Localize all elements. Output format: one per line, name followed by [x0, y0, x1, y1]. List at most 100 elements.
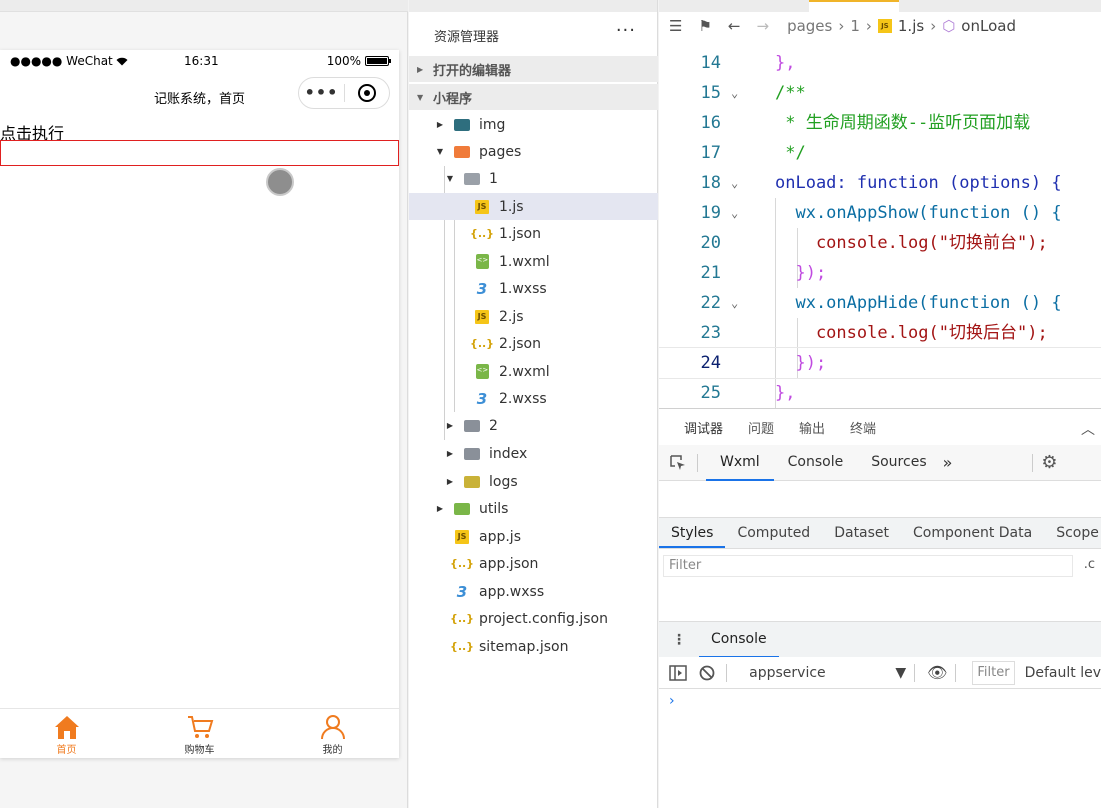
tab-problems[interactable]: 问题 [748, 418, 774, 437]
close-miniprogram-button[interactable] [345, 84, 389, 102]
code-line[interactable]: 20 console.log("切换前台"); [659, 228, 1101, 258]
tree-item-2wxml[interactable]: 2.wxml [409, 358, 658, 385]
code-line[interactable]: 18 ⌄ onLoad: function (options) { [659, 168, 1101, 198]
context-select[interactable]: appservice ▼ [749, 665, 906, 681]
code-line[interactable]: 22 ⌄ wx.onAppHide(function () { [659, 288, 1101, 318]
styles-filter-input[interactable]: Filter [663, 555, 1073, 577]
code-line[interactable]: 25}, [659, 378, 1101, 408]
console-filter-input[interactable]: Filter [972, 660, 1015, 685]
eye-icon[interactable]: 👁 [927, 663, 947, 682]
list-icon[interactable]: ☰ [669, 17, 682, 35]
tree-item-label: app.json [479, 555, 539, 572]
inspect-element-icon[interactable] [667, 452, 689, 474]
tree-item-appjs[interactable]: JS app.js [409, 523, 658, 550]
code-editor: ☰ ⚑ ← → pages › 1 › JS 1.js › ⬡ onLoad 1… [659, 0, 1101, 408]
bookmark-icon[interactable]: ⚑ [698, 17, 711, 35]
text-input[interactable] [0, 140, 399, 166]
touch-cursor [266, 168, 294, 196]
tab-debugger[interactable]: 调试器 [684, 418, 723, 437]
log-levels-select[interactable]: Default lev [1025, 665, 1101, 681]
tab-component-data[interactable]: Component Data [901, 518, 1044, 548]
sidebar-toggle-icon[interactable] [667, 662, 689, 684]
fold-icon[interactable]: ⌄ [731, 288, 738, 318]
back-arrow-icon[interactable]: ← [728, 17, 741, 35]
code-line[interactable]: 19 ⌄ wx.onAppShow(function () { [659, 198, 1101, 228]
tab-output[interactable]: 输出 [799, 418, 825, 437]
chevron-down-icon: ▼ [436, 147, 444, 156]
tree-item-2[interactable]: ▶ 2 [409, 412, 658, 439]
code-text: wx.onAppHide(function () { [775, 293, 1062, 313]
tree-item-label: 2.json [499, 335, 541, 352]
code-line[interactable]: 15 ⌄ /** [659, 78, 1101, 108]
editor-tab-1js[interactable] [809, 0, 899, 12]
tree-item-appjson[interactable]: {..} app.json [409, 550, 658, 577]
phone-screen: ●●●●● WeChat 16:31 100% 记账系统，首页 ••• 点击执行 [0, 50, 399, 758]
json-file-icon: {..} [449, 557, 475, 570]
tree-item-sitemap[interactable]: {..} sitemap.json [409, 633, 658, 660]
code-text: onLoad: function (options) { [775, 173, 1062, 193]
gear-icon[interactable]: ⚙ [1041, 452, 1057, 473]
more-menu-button[interactable]: ••• [299, 78, 344, 108]
line-number: 20 [700, 233, 721, 253]
tree-item-label: img [479, 116, 506, 133]
status-bar: ●●●●● WeChat 16:31 100% [0, 50, 399, 72]
tree-item-1js[interactable]: JS 1.js [409, 193, 658, 220]
tree-item-utils[interactable]: ▶ utils [409, 495, 658, 522]
fold-icon[interactable]: ⌄ [731, 168, 738, 198]
tab-console[interactable]: Console [774, 445, 858, 481]
tab-home[interactable]: 首页 [0, 709, 133, 758]
more-tabs-icon[interactable]: » [943, 453, 953, 472]
explorer-more-button[interactable]: ··· [616, 20, 636, 41]
tab-terminal[interactable]: 终端 [850, 418, 876, 437]
tab-computed[interactable]: Computed [725, 518, 822, 548]
code-line-current[interactable]: 24 }); [659, 347, 1101, 379]
code-line[interactable]: 17 */ [659, 138, 1101, 168]
console-drawer-header: ⋮ Console [659, 621, 1101, 658]
code-line[interactable]: 23 console.log("切换后台"); [659, 318, 1101, 348]
breadcrumb-symbol[interactable]: onLoad [961, 17, 1016, 35]
tree-item-1json[interactable]: {..} 1.json [409, 220, 658, 247]
tab-sources[interactable]: Sources [857, 445, 940, 481]
fold-icon[interactable]: ⌄ [731, 198, 738, 228]
tree-item-2js[interactable]: JS 2.js [409, 303, 658, 330]
class-toggle-button[interactable]: .c [1084, 557, 1095, 572]
tree-item-appwxss[interactable]: 3 app.wxss [409, 578, 658, 605]
breadcrumb-folder[interactable]: 1 [850, 17, 860, 35]
chevron-up-icon[interactable]: ︿ [1081, 419, 1095, 439]
tab-mine[interactable]: 我的 [266, 709, 399, 758]
tab-scope-data[interactable]: Scope Da [1044, 518, 1101, 548]
folder-open-icon [464, 172, 480, 185]
tree-item-index[interactable]: ▶ index [409, 440, 658, 467]
tree-item-1wxss[interactable]: 3 1.wxss [409, 275, 658, 302]
tab-console-drawer[interactable]: Console [699, 622, 779, 658]
fold-icon[interactable]: ⌄ [731, 78, 738, 108]
editor-toolbar: ☰ ⚑ ← → [659, 17, 769, 35]
drawer-menu-icon[interactable]: ⋮ [659, 632, 699, 648]
tree-item-label: 1.js [499, 198, 524, 215]
code-line[interactable]: 16 * 生命周期函数--监听页面加载 [659, 108, 1101, 138]
open-editors-section[interactable]: ▶ 打开的编辑器 [409, 56, 658, 82]
method-cube-icon: ⬡ [942, 17, 956, 35]
tree-item-2json[interactable]: {..} 2.json [409, 330, 658, 357]
tree-item-1[interactable]: ▼ 1 [409, 165, 658, 192]
code-line[interactable]: 14}, [659, 48, 1101, 78]
tree-item-2wxss[interactable]: 3 2.wxss [409, 385, 658, 412]
breadcrumb-pages[interactable]: pages [787, 17, 832, 35]
tab-wxml[interactable]: Wxml [706, 445, 774, 481]
code-area[interactable]: 14}, 15 ⌄ /** 16 * 生命周期函数--监听页面加载 17 */ 18… [659, 48, 1101, 408]
clear-console-icon[interactable] [697, 662, 719, 684]
console-prompt[interactable]: › [669, 693, 675, 709]
tree-item-logs[interactable]: ▶ logs [409, 468, 658, 495]
tab-dataset[interactable]: Dataset [822, 518, 901, 548]
tree-item-projectconfig[interactable]: {..} project.config.json [409, 605, 658, 632]
tree-item-1wxml[interactable]: 1.wxml [409, 248, 658, 275]
breadcrumb-file[interactable]: 1.js [898, 17, 924, 35]
tree-item-pages[interactable]: ▼ pages [409, 138, 658, 165]
code-line[interactable]: 21 }); [659, 258, 1101, 288]
tab-styles[interactable]: Styles [659, 518, 726, 548]
project-section[interactable]: ▼ 小程序 [409, 84, 658, 110]
folder-icon [464, 447, 480, 460]
forward-arrow-icon[interactable]: → [756, 17, 769, 35]
tree-item-img[interactable]: ▶ img [409, 111, 658, 138]
tab-cart[interactable]: 购物车 [133, 709, 266, 758]
